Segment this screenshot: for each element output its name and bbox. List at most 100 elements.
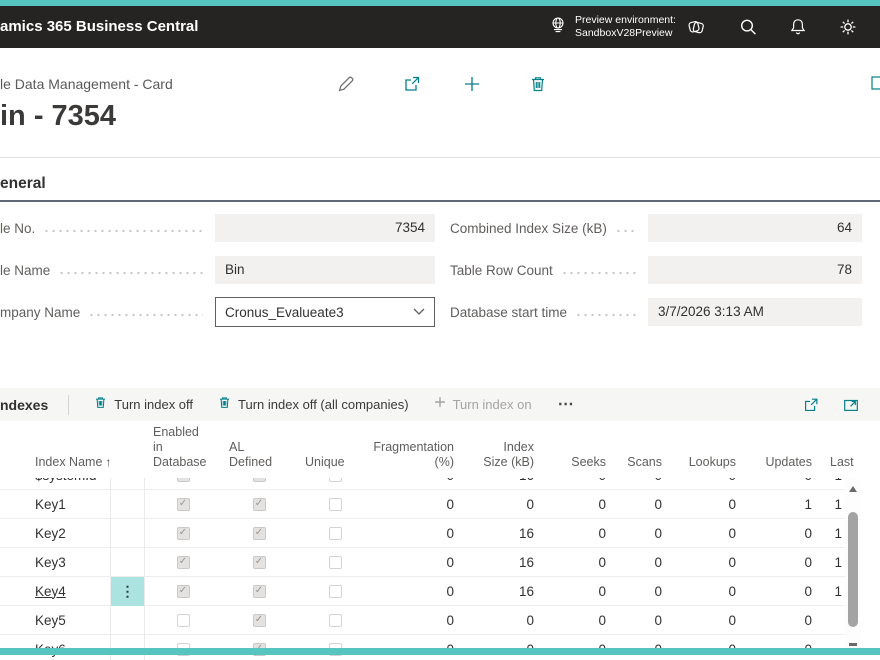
cell-enabled[interactable]: ✓ — [145, 527, 221, 540]
chevron-down-icon[interactable] — [413, 303, 425, 321]
cell-size[interactable]: 16 — [460, 555, 540, 570]
cell-enabled[interactable]: ✓ — [145, 556, 221, 569]
checkbox-al-checked[interactable]: ✓ — [253, 585, 266, 598]
column-header-al[interactable]: AL Defined — [221, 440, 297, 470]
checkbox-al-checked[interactable]: ✓ — [253, 556, 266, 569]
cell-index-name[interactable]: Key3 — [0, 555, 110, 570]
table-row-systemid[interactable]: $systemId✓✓01600001 — [0, 478, 845, 490]
column-header-updates[interactable]: Updates — [742, 455, 818, 470]
cell-index-name[interactable]: $systemId — [0, 478, 110, 483]
cell-scans[interactable]: 0 — [612, 526, 668, 541]
cell-al[interactable]: ✓ — [221, 614, 297, 627]
cell-scans[interactable]: 0 — [612, 555, 668, 570]
cell-enabled[interactable] — [145, 614, 221, 627]
checkbox-unique-unchecked[interactable] — [329, 556, 342, 569]
column-header-lookups[interactable]: Lookups — [668, 455, 742, 470]
cell-seeks[interactable]: 0 — [540, 526, 612, 541]
index-name-link[interactable]: $systemId — [35, 478, 97, 483]
cell-lookups[interactable]: 0 — [668, 497, 742, 512]
cell-updates[interactable]: 1 — [742, 497, 818, 512]
checkbox-al-checked[interactable]: ✓ — [253, 498, 266, 511]
index-name-link[interactable]: Key4 — [35, 584, 66, 599]
notifications-icon[interactable] — [788, 17, 808, 37]
cell-unique[interactable] — [297, 478, 373, 482]
cell-updates[interactable]: 0 — [742, 526, 818, 541]
checkbox-al-checked[interactable]: ✓ — [253, 478, 266, 482]
cell-scans[interactable]: 0 — [612, 478, 668, 483]
cell-seeks[interactable]: 0 — [540, 555, 612, 570]
table-row-key5[interactable]: Key5✓000000 — [0, 606, 845, 635]
cell-unique[interactable] — [297, 585, 373, 598]
cell-frag[interactable]: 0 — [373, 478, 460, 483]
cell-index-name[interactable]: Key2 — [0, 526, 110, 541]
cell-index-name[interactable]: Key5 — [0, 613, 110, 628]
column-header-enabled[interactable]: Enabled in Database — [145, 425, 221, 470]
cell-seeks[interactable]: 0 — [540, 613, 612, 628]
cell-lookups[interactable]: 0 — [668, 613, 742, 628]
new-icon[interactable] — [462, 74, 482, 94]
checkbox-al-checked[interactable]: ✓ — [253, 614, 266, 627]
cell-lookups[interactable]: 0 — [668, 478, 742, 483]
search-icon[interactable] — [738, 17, 758, 37]
cell-seeks[interactable]: 0 — [540, 584, 612, 599]
column-header-last[interactable]: Last — [818, 455, 858, 470]
index-name-link[interactable]: Key3 — [35, 555, 66, 570]
checkbox-enabled-checked[interactable]: ✓ — [177, 527, 190, 540]
cell-updates[interactable]: 0 — [742, 478, 818, 483]
cell-last[interactable]: 1 — [818, 497, 845, 512]
general-section-heading[interactable]: eneral — [0, 175, 46, 193]
share-icon[interactable] — [402, 74, 422, 94]
checkbox-enabled-unchecked[interactable] — [177, 614, 190, 627]
cell-unique[interactable] — [297, 556, 373, 569]
more-options-icon[interactable]: ⋯ — [558, 400, 574, 410]
vertical-scrollbar[interactable] — [845, 478, 861, 648]
clipped-window-icon[interactable] — [870, 74, 880, 94]
cell-size[interactable]: 0 — [460, 613, 540, 628]
cell-lookups[interactable]: 0 — [668, 555, 742, 570]
checkbox-enabled-checked[interactable]: ✓ — [177, 585, 190, 598]
copilot-icon[interactable] — [686, 17, 706, 37]
checkbox-unique-unchecked[interactable] — [329, 527, 342, 540]
cell-scans[interactable]: 0 — [612, 584, 668, 599]
cell-al[interactable]: ✓ — [221, 498, 297, 511]
cell-index-name[interactable]: Key4 — [0, 584, 110, 599]
cell-unique[interactable] — [297, 498, 373, 511]
cell-index-name[interactable]: Key1 — [0, 497, 110, 512]
cell-last[interactable]: 1 — [818, 584, 845, 599]
cell-last[interactable]: 1 — [818, 526, 845, 541]
cell-updates[interactable]: 0 — [742, 584, 818, 599]
cell-unique[interactable] — [297, 527, 373, 540]
index-name-link[interactable]: Key1 — [35, 497, 66, 512]
cell-enabled[interactable]: ✓ — [145, 498, 221, 511]
column-header-name[interactable]: Index Name↑ — [0, 455, 145, 470]
checkbox-unique-unchecked[interactable] — [329, 478, 342, 482]
cell-size[interactable]: 16 — [460, 478, 540, 483]
checkbox-al-checked[interactable]: ✓ — [253, 527, 266, 540]
cell-size[interactable]: 0 — [460, 497, 540, 512]
table-row-key4[interactable]: Key4⋮✓✓01600001 — [0, 577, 845, 606]
cell-last[interactable]: 1 — [818, 555, 845, 570]
cell-seeks[interactable]: 0 — [540, 497, 612, 512]
cell-updates[interactable]: 0 — [742, 613, 818, 628]
cell-scans[interactable]: 0 — [612, 497, 668, 512]
cell-scans[interactable]: 0 — [612, 613, 668, 628]
checkbox-unique-unchecked[interactable] — [329, 498, 342, 511]
table-row-key1[interactable]: Key1✓✓0000011 — [0, 490, 845, 519]
cell-seeks[interactable]: 0 — [540, 478, 612, 483]
scroll-down-icon[interactable] — [849, 643, 857, 646]
cell-al[interactable]: ✓ — [221, 478, 297, 482]
focus-mode-icon[interactable] — [842, 396, 860, 414]
cell-al[interactable]: ✓ — [221, 556, 297, 569]
cell-size[interactable]: 16 — [460, 584, 540, 599]
delete-icon[interactable] — [528, 74, 548, 94]
cell-enabled[interactable]: ✓ — [145, 585, 221, 598]
combobox-company-name[interactable]: Cronus_Evalueate3 — [215, 297, 435, 327]
cell-frag[interactable]: 0 — [373, 613, 460, 628]
cell-frag[interactable]: 0 — [373, 526, 460, 541]
cell-updates[interactable]: 0 — [742, 555, 818, 570]
cell-al[interactable]: ✓ — [221, 585, 297, 598]
cell-al[interactable]: ✓ — [221, 527, 297, 540]
column-header-scans[interactable]: Scans — [612, 455, 668, 470]
row-menu-icon[interactable]: ⋮ — [110, 577, 145, 606]
cell-last[interactable]: 1 — [818, 478, 845, 483]
